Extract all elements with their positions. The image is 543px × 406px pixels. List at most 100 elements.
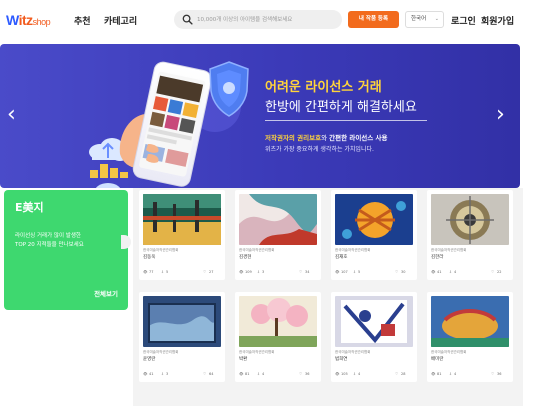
artwork-thumbnail[interactable] — [239, 296, 317, 347]
view-count: 41 — [149, 372, 154, 376]
language-label: 한국어 — [411, 16, 427, 22]
like-icon: ♡ — [491, 270, 495, 274]
like-count: 64 — [209, 372, 214, 376]
like-icon: ♡ — [299, 270, 303, 274]
site-logo[interactable]: Witzshop — [6, 12, 51, 28]
download-count: 5 — [166, 270, 169, 274]
artwork-artist: 김한라 — [431, 255, 444, 260]
hero-banner[interactable]: ‹ › 어려운 라이선스 거래 한방에 간편하게 해결하세요 저작권자의 권리보… — [0, 44, 520, 188]
download-count: 3 — [262, 270, 265, 274]
search-icon — [182, 14, 193, 25]
artwork-category: 한국미술저작권관리협회 — [143, 248, 179, 252]
view-count: 107 — [341, 270, 348, 274]
signup-link[interactable]: 회원가입 — [481, 14, 514, 27]
login-link[interactable]: 로그인 — [451, 14, 476, 27]
view-icon: 👁 — [143, 372, 148, 376]
banner-prev-button[interactable]: ‹ — [7, 104, 16, 126]
artwork-thumbnail[interactable] — [239, 194, 317, 245]
artwork-thumbnail[interactable] — [143, 296, 221, 347]
artwork-category: 한국미술저작권관리협회 — [335, 350, 371, 354]
artwork-artist: 김동욱 — [143, 255, 156, 260]
promo-description: 라이선싱 거래가 많이 발생한 TOP 20 지적들을 만나보세요 — [15, 233, 84, 248]
download-icon: ⇩ — [161, 372, 164, 376]
view-count: 41 — [437, 270, 442, 274]
artwork-stats: 👁 41 ⇩ 4 ♡ 22 — [431, 270, 509, 276]
download-icon: ⇩ — [257, 270, 260, 274]
artwork-category: 한국미술저작권관리협회 — [239, 248, 275, 252]
artwork-thumbnail[interactable] — [431, 194, 509, 245]
artwork-thumbnail[interactable] — [143, 194, 221, 245]
view-icon: 👁 — [335, 270, 340, 274]
like-icon: ♡ — [299, 372, 303, 376]
download-icon: ⇩ — [353, 372, 356, 376]
artwork-card[interactable]: 한국미술저작권관리협회 윤영란 👁 41 ⇩ 3 ♡ 64 — [139, 292, 225, 382]
artwork-card[interactable]: 한국미술저작권관리협회 박환 👁 81 ⇩ 4 ♡ 36 — [235, 292, 321, 382]
artwork-thumbnail[interactable] — [431, 296, 509, 347]
top-header: Witzshop 추천 카테고리 내 작품 등록 한국어 ⌄ 로그인 회원가입 — [0, 0, 543, 40]
like-icon: ♡ — [395, 270, 399, 274]
search-bar[interactable] — [174, 10, 342, 29]
download-count: 4 — [454, 270, 457, 274]
artwork-card[interactable]: 한국미술저작권관리협회 범희연 👁 105 ⇩ 4 ♡ 28 — [331, 292, 417, 382]
banner-illustration — [89, 61, 249, 188]
like-count: 36 — [305, 372, 310, 376]
chevron-left-icon: ‹ — [7, 102, 16, 127]
promo-title: E美지 — [15, 201, 44, 214]
artwork-artist: 범희연 — [335, 357, 348, 362]
artwork-stats: 👁 109 ⇩ 3 ♡ 34 — [239, 270, 317, 276]
artwork-card[interactable]: 한국미술저작권관리협회 김재호 👁 107 ⇩ 5 ♡ 30 — [331, 190, 417, 280]
artwork-stats: 👁 81 ⇩ 4 ♡ 36 — [431, 372, 509, 378]
view-icon: 👁 — [335, 372, 340, 376]
download-icon: ⇩ — [353, 270, 356, 274]
artwork-thumbnail[interactable] — [335, 296, 413, 347]
artwork-stats: 👁 107 ⇩ 5 ♡ 30 — [335, 270, 413, 276]
artwork-stats: 👁 105 ⇩ 4 ♡ 28 — [335, 372, 413, 378]
download-icon: ⇩ — [257, 372, 260, 376]
download-icon: ⇩ — [449, 372, 452, 376]
artwork-card[interactable]: 한국미술저작권관리협회 김한라 👁 41 ⇩ 4 ♡ 22 — [427, 190, 513, 280]
artwork-category: 한국미술저작권관리협회 — [239, 350, 275, 354]
view-count: 105 — [341, 372, 348, 376]
artwork-artist: 배미란 — [431, 357, 444, 362]
like-count: 36 — [497, 372, 502, 376]
artwork-stats: 👁 81 ⇩ 4 ♡ 36 — [239, 372, 317, 378]
view-icon: 👁 — [143, 270, 148, 274]
artwork-artist: 박환 — [239, 357, 248, 362]
top-licensing-promo-card[interactable]: E美지 라이선싱 거래가 많이 발생한 TOP 20 지적들을 만나보세요 전체… — [4, 190, 128, 310]
like-count: 30 — [401, 270, 406, 274]
download-icon: ⇩ — [449, 270, 452, 274]
language-select[interactable]: 한국어 ⌄ — [405, 11, 444, 28]
download-count: 4 — [454, 372, 457, 376]
like-icon: ♡ — [203, 270, 207, 274]
chevron-down-icon: ⌄ — [434, 16, 439, 22]
like-icon: ♡ — [203, 372, 207, 376]
artwork-stats: 👁 41 ⇩ 3 ♡ 64 — [143, 372, 221, 378]
search-input[interactable] — [197, 13, 337, 26]
artwork-thumbnail[interactable] — [335, 194, 413, 245]
artwork-stats: 👁 77 ⇩ 5 ♡ 27 — [143, 270, 221, 276]
like-icon: ♡ — [395, 372, 399, 376]
download-count: 5 — [358, 270, 361, 274]
like-count: 34 — [305, 270, 310, 274]
artwork-card[interactable]: 한국미술저작권관리협회 배미란 👁 81 ⇩ 4 ♡ 36 — [427, 292, 513, 382]
view-all-link[interactable]: 전체보기 — [94, 288, 118, 298]
register-artwork-button[interactable]: 내 작품 등록 — [348, 11, 399, 28]
carousel-scroll-handle[interactable] — [121, 235, 131, 249]
artwork-category: 한국미술저작권관리협회 — [143, 350, 179, 354]
banner-subtext-2: 위츠가 가장 중요하게 생각하는 가치입니다. — [265, 146, 374, 153]
view-icon: 👁 — [431, 372, 436, 376]
download-count: 4 — [262, 372, 265, 376]
artwork-card[interactable]: 한국미술저작권관리협회 김경현 👁 109 ⇩ 3 ♡ 34 — [235, 190, 321, 280]
banner-headline-2: 한방에 간편하게 해결하세요 — [265, 100, 417, 115]
view-icon: 👁 — [239, 270, 244, 274]
view-count: 81 — [437, 372, 442, 376]
chevron-right-icon: › — [496, 102, 505, 127]
banner-next-button[interactable]: › — [496, 104, 505, 126]
nav-recommend[interactable]: 추천 — [74, 14, 91, 27]
download-count: 4 — [358, 372, 361, 376]
artwork-category: 한국미술저작권관리협회 — [431, 350, 467, 354]
artwork-card[interactable]: 한국미술저작권관리협회 김동욱 👁 77 ⇩ 5 ♡ 27 — [139, 190, 225, 280]
artwork-artist: 김경현 — [239, 255, 252, 260]
nav-category[interactable]: 카테고리 — [104, 14, 137, 27]
download-count: 3 — [166, 372, 169, 376]
